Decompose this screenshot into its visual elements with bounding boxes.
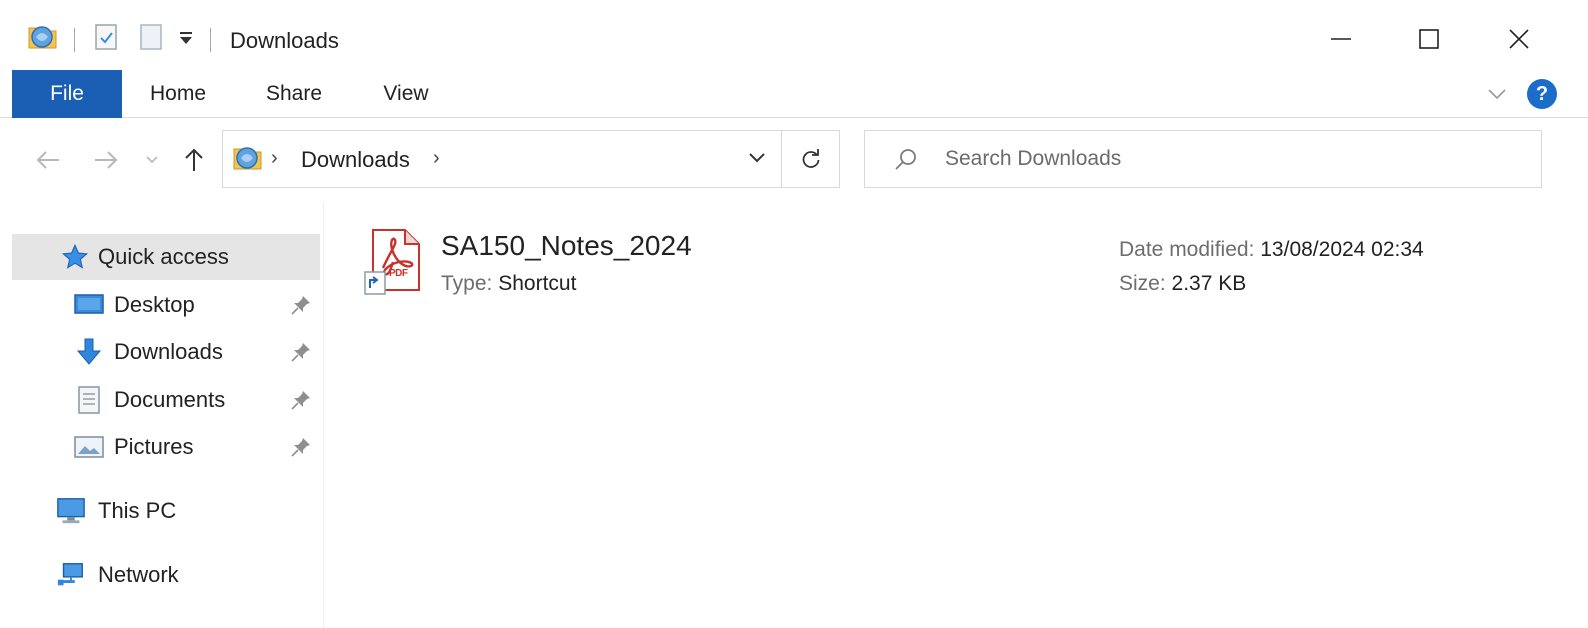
search-input[interactable] bbox=[945, 141, 1525, 177]
sidebar-item-pictures[interactable]: Pictures bbox=[12, 424, 320, 470]
download-arrow-icon bbox=[74, 337, 104, 367]
address-history-dropdown[interactable] bbox=[747, 147, 767, 172]
breadcrumb-separator-icon[interactable]: › bbox=[433, 147, 440, 170]
arrow-left-icon bbox=[36, 151, 59, 169]
breadcrumb-downloads[interactable]: Downloads bbox=[301, 147, 410, 173]
pin-icon[interactable] bbox=[290, 436, 312, 464]
address-bar[interactable]: › Downloads › bbox=[222, 130, 782, 188]
sidebar-item-label: Pictures bbox=[114, 434, 194, 459]
pin-icon[interactable] bbox=[290, 294, 312, 322]
file-list: PDF SA150_Notes_2024 Type: Shortcut Date… bbox=[325, 202, 1588, 628]
sidebar-item-desktop[interactable]: Desktop bbox=[12, 282, 320, 328]
size-value: 2.37 KB bbox=[1171, 272, 1247, 295]
sidebar-item-this-pc[interactable]: This PC bbox=[12, 488, 320, 534]
sidebar-item-label: This PC bbox=[98, 498, 177, 523]
network-icon bbox=[56, 560, 86, 590]
new-folder-icon[interactable] bbox=[138, 22, 164, 57]
star-icon bbox=[60, 242, 90, 272]
title-bar: Downloads bbox=[0, 0, 1588, 70]
sidebar-item-label: Documents bbox=[114, 387, 226, 412]
help-button[interactable]: ? bbox=[1526, 78, 1558, 110]
qa-separator bbox=[74, 28, 75, 52]
chevron-down-icon bbox=[749, 153, 765, 163]
tab-view[interactable]: View bbox=[366, 70, 446, 118]
pdf-icon-label: PDF bbox=[389, 268, 408, 279]
properties-icon[interactable] bbox=[92, 22, 120, 57]
document-icon bbox=[74, 385, 104, 415]
refresh-button[interactable] bbox=[782, 130, 840, 188]
window-title: Downloads bbox=[230, 28, 339, 53]
tab-share[interactable]: Share bbox=[252, 70, 336, 118]
recent-locations-button[interactable] bbox=[134, 142, 170, 178]
sidebar-item-label: Downloads bbox=[114, 339, 223, 364]
desktop-icon bbox=[74, 290, 104, 320]
computer-icon bbox=[56, 496, 86, 526]
search-box[interactable] bbox=[864, 130, 1542, 188]
file-type-label: Type: bbox=[441, 272, 493, 295]
tab-home[interactable]: Home bbox=[136, 70, 220, 118]
chevron-down-icon bbox=[1488, 89, 1506, 100]
up-button[interactable] bbox=[174, 142, 214, 178]
pin-icon[interactable] bbox=[290, 341, 312, 369]
date-modified-value: 13/08/2024 02:34 bbox=[1260, 238, 1424, 261]
file-type: Type: Shortcut bbox=[441, 272, 576, 296]
tab-file[interactable]: File bbox=[12, 70, 122, 118]
file-type-value: Shortcut bbox=[498, 272, 577, 295]
sidebar-item-label: Quick access bbox=[98, 244, 229, 269]
folder-location-icon bbox=[231, 143, 265, 178]
sidebar-item-label: Network bbox=[98, 562, 179, 587]
refresh-icon bbox=[802, 149, 819, 168]
maximize-button[interactable] bbox=[1404, 14, 1454, 64]
breadcrumb-separator-icon[interactable]: › bbox=[271, 147, 278, 170]
pdf-shortcut-icon: PDF bbox=[363, 228, 425, 298]
minimize-button[interactable] bbox=[1316, 14, 1366, 64]
pin-icon[interactable] bbox=[290, 389, 312, 417]
qa-separator bbox=[210, 28, 211, 52]
chevron-down-icon bbox=[146, 156, 158, 164]
file-name[interactable]: SA150_Notes_2024 bbox=[441, 230, 692, 262]
file-item[interactable]: PDF SA150_Notes_2024 Type: Shortcut Date… bbox=[355, 224, 1555, 304]
pictures-icon bbox=[74, 432, 104, 462]
ribbon-expand-button[interactable] bbox=[1486, 78, 1508, 110]
arrow-up-icon bbox=[185, 148, 203, 171]
date-modified-label: Date modified: bbox=[1119, 238, 1255, 261]
file-date-modified: Date modified: 13/08/2024 02:34 bbox=[1119, 238, 1424, 262]
navigation-bar: › Downloads › bbox=[0, 118, 1588, 202]
file-size: Size: 2.37 KB bbox=[1119, 272, 1246, 296]
close-button[interactable] bbox=[1494, 14, 1544, 64]
arrow-right-icon bbox=[95, 151, 118, 169]
ribbon-tabs: File Home Share View ? bbox=[0, 70, 1588, 118]
sidebar-item-quick-access[interactable]: Quick access bbox=[12, 234, 320, 280]
sidebar-item-label: Desktop bbox=[114, 292, 195, 317]
help-label: ? bbox=[1535, 83, 1549, 105]
folder-app-icon[interactable] bbox=[26, 22, 60, 57]
sidebar-item-network[interactable]: Network bbox=[12, 552, 320, 598]
forward-button[interactable] bbox=[86, 142, 126, 178]
search-icon bbox=[893, 147, 919, 178]
sidebar-item-downloads[interactable]: Downloads bbox=[12, 329, 320, 375]
sidebar-item-documents[interactable]: Documents bbox=[12, 377, 320, 423]
customize-toolbar-icon[interactable] bbox=[178, 30, 194, 51]
back-button[interactable] bbox=[28, 142, 68, 178]
size-label: Size: bbox=[1119, 272, 1166, 295]
navigation-pane: Quick access Desktop Downloads Documents bbox=[0, 202, 324, 628]
